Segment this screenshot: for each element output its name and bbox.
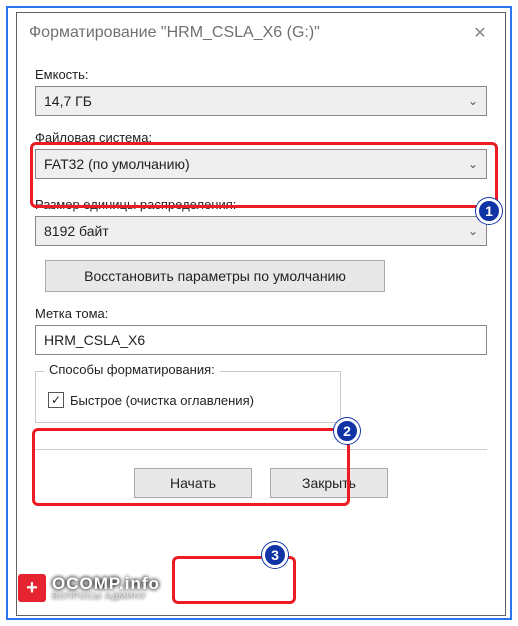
volume-input[interactable]: HRM_CSLA_X6 xyxy=(35,325,487,355)
titlebar: Форматирование "HRM_CSLA_X6 (G:)" ✕ xyxy=(17,13,505,53)
allocation-label: Размер единицы распределения: xyxy=(35,197,487,212)
capacity-label: Емкость: xyxy=(35,67,487,82)
format-options-title: Способы форматирования: xyxy=(44,362,220,377)
filesystem-label: Файловая система: xyxy=(35,130,487,145)
restore-defaults-button[interactable]: Восстановить параметры по умолчанию xyxy=(45,260,385,292)
volume-label: Метка тома: xyxy=(35,306,487,321)
start-button[interactable]: Начать xyxy=(134,468,252,498)
capacity-value: 14,7 ГБ xyxy=(44,93,92,109)
screenshot-frame: Форматирование "HRM_CSLA_X6 (G:)" ✕ Емко… xyxy=(6,6,512,620)
allocation-combo[interactable]: 8192 байт ⌄ xyxy=(35,216,487,246)
quick-format-row[interactable]: ✓ Быстрое (очистка оглавления) xyxy=(48,392,328,408)
format-options-group: Способы форматирования: ✓ Быстрое (очист… xyxy=(35,371,341,423)
quick-format-checkbox[interactable]: ✓ xyxy=(48,392,64,408)
window-title: Форматирование "HRM_CSLA_X6 (G:)" xyxy=(29,24,463,42)
chevron-down-icon: ⌄ xyxy=(468,157,478,171)
close-icon[interactable]: ✕ xyxy=(463,18,497,48)
chevron-down-icon: ⌄ xyxy=(468,94,478,108)
divider xyxy=(35,449,487,450)
capacity-combo[interactable]: 14,7 ГБ ⌄ xyxy=(35,86,487,116)
allocation-value: 8192 байт xyxy=(44,223,109,239)
button-row: Начать Закрыть xyxy=(35,468,487,510)
close-button[interactable]: Закрыть xyxy=(270,468,388,498)
quick-format-label: Быстрое (очистка оглавления) xyxy=(70,393,254,408)
chevron-down-icon: ⌄ xyxy=(468,224,478,238)
format-dialog: Форматирование "HRM_CSLA_X6 (G:)" ✕ Емко… xyxy=(16,12,506,616)
filesystem-value: FAT32 (по умолчанию) xyxy=(44,156,190,172)
filesystem-combo[interactable]: FAT32 (по умолчанию) ⌄ xyxy=(35,149,487,179)
dialog-content: Емкость: 14,7 ГБ ⌄ Файловая система: FAT… xyxy=(17,53,505,510)
volume-value: HRM_CSLA_X6 xyxy=(44,332,145,348)
